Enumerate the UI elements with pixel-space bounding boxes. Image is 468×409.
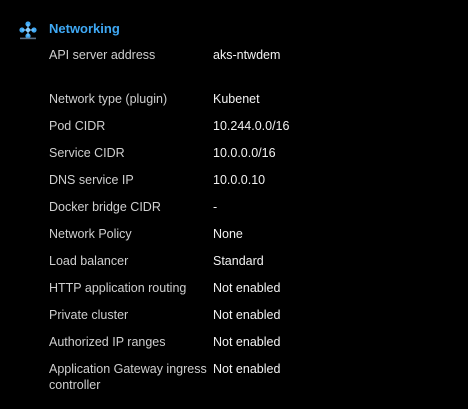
label-docker-bridge-cidr: Docker bridge CIDR [49, 200, 161, 214]
label-network-policy: Network Policy [49, 227, 132, 241]
value-dns-service-ip: 10.0.0.10 [213, 173, 266, 187]
label-api-server-address: API server address [49, 48, 156, 62]
value-authorized-ip-ranges: Not enabled [213, 335, 281, 349]
value-pod-cidr: 10.244.0.0/16 [213, 119, 290, 133]
label-application-gateway-ingress-controller: Application Gateway ingress controller [49, 362, 207, 392]
label-private-cluster: Private cluster [49, 308, 129, 322]
value-application-gateway-ingress-controller: Not enabled [213, 362, 281, 376]
value-docker-bridge-cidr: - [213, 200, 218, 214]
label-http-application-routing: HTTP application routing [49, 281, 187, 295]
label-network-type: Network type (plugin) [49, 92, 168, 106]
label-service-cidr: Service CIDR [49, 146, 125, 160]
label-pod-cidr: Pod CIDR [49, 119, 106, 133]
label-load-balancer: Load balancer [49, 254, 129, 268]
value-api-server-address: aks-ntwdem [213, 48, 281, 62]
value-private-cluster: Not enabled [213, 308, 281, 322]
label-authorized-ip-ranges: Authorized IP ranges [49, 335, 166, 349]
value-service-cidr: 10.0.0.0/16 [213, 146, 276, 160]
value-load-balancer: Standard [213, 254, 264, 268]
networking-section: Networking API server address aks-ntwdem… [0, 0, 468, 409]
label-dns-service-ip: DNS service IP [49, 173, 134, 187]
section-title: Networking [49, 21, 120, 36]
value-http-application-routing: Not enabled [213, 281, 281, 295]
networking-icon [18, 19, 38, 41]
value-network-type: Kubenet [213, 92, 260, 106]
value-network-policy: None [213, 227, 243, 241]
